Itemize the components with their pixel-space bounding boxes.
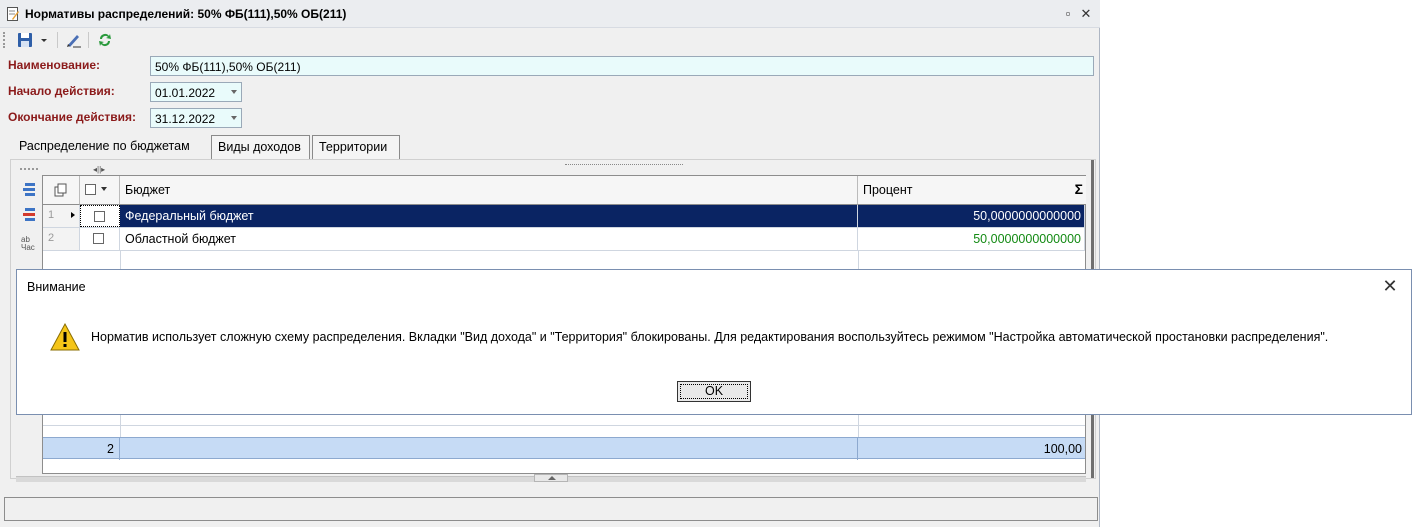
chevron-down-icon[interactable] (231, 90, 237, 94)
dialog-title: Внимание (27, 280, 86, 294)
close-icon[interactable]: ✕ (1380, 276, 1400, 296)
percent-cell[interactable]: 50,0000000000000 (858, 228, 1085, 250)
chevron-down-icon[interactable] (231, 116, 237, 120)
splitter-handle[interactable] (20, 168, 38, 173)
window-title: Нормативы распределений: 50% ФБ(111),50%… (25, 7, 347, 21)
tab-budget-distribution[interactable]: Распределение по бюджетам (12, 134, 210, 158)
dropdown-icon[interactable] (38, 30, 50, 50)
start-date-value: 01.01.2022 (155, 86, 216, 100)
budget-cell[interactable]: Областной бюджет (120, 228, 858, 250)
table-row[interactable]: 2 Областной бюджет 50,0000000000000 (43, 228, 1085, 251)
chevron-down-icon[interactable] (101, 187, 107, 191)
toolbar (0, 28, 1100, 52)
start-date-field[interactable]: 01.01.2022 (150, 82, 242, 102)
end-date-label: Окончание действия: (8, 110, 137, 124)
chevron-up-icon[interactable] (548, 476, 556, 480)
row-check-cell[interactable] (80, 205, 120, 227)
close-icon[interactable]: ✕ (1078, 6, 1094, 22)
header-check-cell[interactable] (80, 176, 120, 205)
copy-icon[interactable] (54, 183, 68, 197)
tab-income-types[interactable]: Виды доходов (211, 135, 310, 159)
end-date-field[interactable]: 31.12.2022 (150, 108, 242, 128)
summary-count: 2 (43, 438, 120, 460)
toolbar-separator (88, 32, 89, 48)
splitter-handle[interactable] (565, 164, 683, 169)
row-number: 2 (43, 228, 80, 250)
ok-button[interactable]: OK (677, 381, 751, 402)
summary-empty (120, 438, 858, 460)
refresh-icon[interactable] (95, 30, 115, 50)
row-check-cell[interactable] (80, 228, 120, 250)
sum-icon[interactable]: Σ (1075, 181, 1083, 197)
tab-territories[interactable]: Территории (312, 135, 400, 159)
select-all-checkbox[interactable] (85, 184, 96, 195)
column-resize-icon[interactable]: ◂||▸ (93, 165, 105, 174)
budget-cell[interactable]: Федеральный бюджет (120, 205, 858, 227)
warning-icon (50, 323, 80, 351)
collapse-handle[interactable] (534, 474, 568, 482)
header-copy-cell[interactable] (43, 176, 80, 205)
end-date-value: 31.12.2022 (155, 112, 216, 126)
warning-dialog: Внимание ✕ Норматив использует сложную с… (16, 269, 1412, 415)
percent-header-label: Процент (863, 183, 913, 197)
dialog-message: Норматив использует сложную схему распре… (91, 330, 1329, 344)
document-edit-icon (7, 7, 19, 21)
toolbar-grip[interactable] (3, 32, 8, 48)
add-row-icon[interactable] (21, 181, 37, 197)
restore-icon[interactable]: ▫ (1060, 6, 1076, 22)
name-field[interactable]: 50% ФБ(111),50% ОБ(211) (150, 56, 1094, 76)
text-format-icon[interactable]: ab Час (21, 236, 35, 252)
title-bar: Нормативы распределений: 50% ФБ(111),50%… (0, 0, 1100, 28)
delete-row-icon[interactable] (21, 206, 37, 222)
row-checkbox[interactable] (94, 211, 105, 222)
row-divider (43, 425, 1085, 426)
current-row-icon (71, 212, 75, 218)
edit-icon[interactable] (64, 30, 84, 50)
column-header-percent[interactable]: Процент Σ (858, 176, 1086, 205)
name-label: Наименование: (8, 58, 101, 72)
column-header-budget[interactable]: Бюджет (120, 176, 858, 205)
start-date-label: Начало действия: (8, 84, 115, 98)
percent-cell[interactable]: 50,0000000000000 (858, 205, 1085, 227)
main-window: Нормативы распределений: 50% ФБ(111),50%… (0, 0, 1100, 527)
row-checkbox[interactable] (93, 233, 104, 244)
status-bar (4, 497, 1098, 521)
summary-total: 100,00 (1043, 442, 1082, 456)
row-number: 1 (43, 205, 80, 227)
save-icon[interactable] (15, 30, 35, 50)
toolbar-separator (57, 32, 58, 48)
table-row[interactable]: 1 Федеральный бюджет 50,0000000000000 (43, 205, 1085, 228)
summary-row: 2 100,00 (43, 437, 1085, 460)
